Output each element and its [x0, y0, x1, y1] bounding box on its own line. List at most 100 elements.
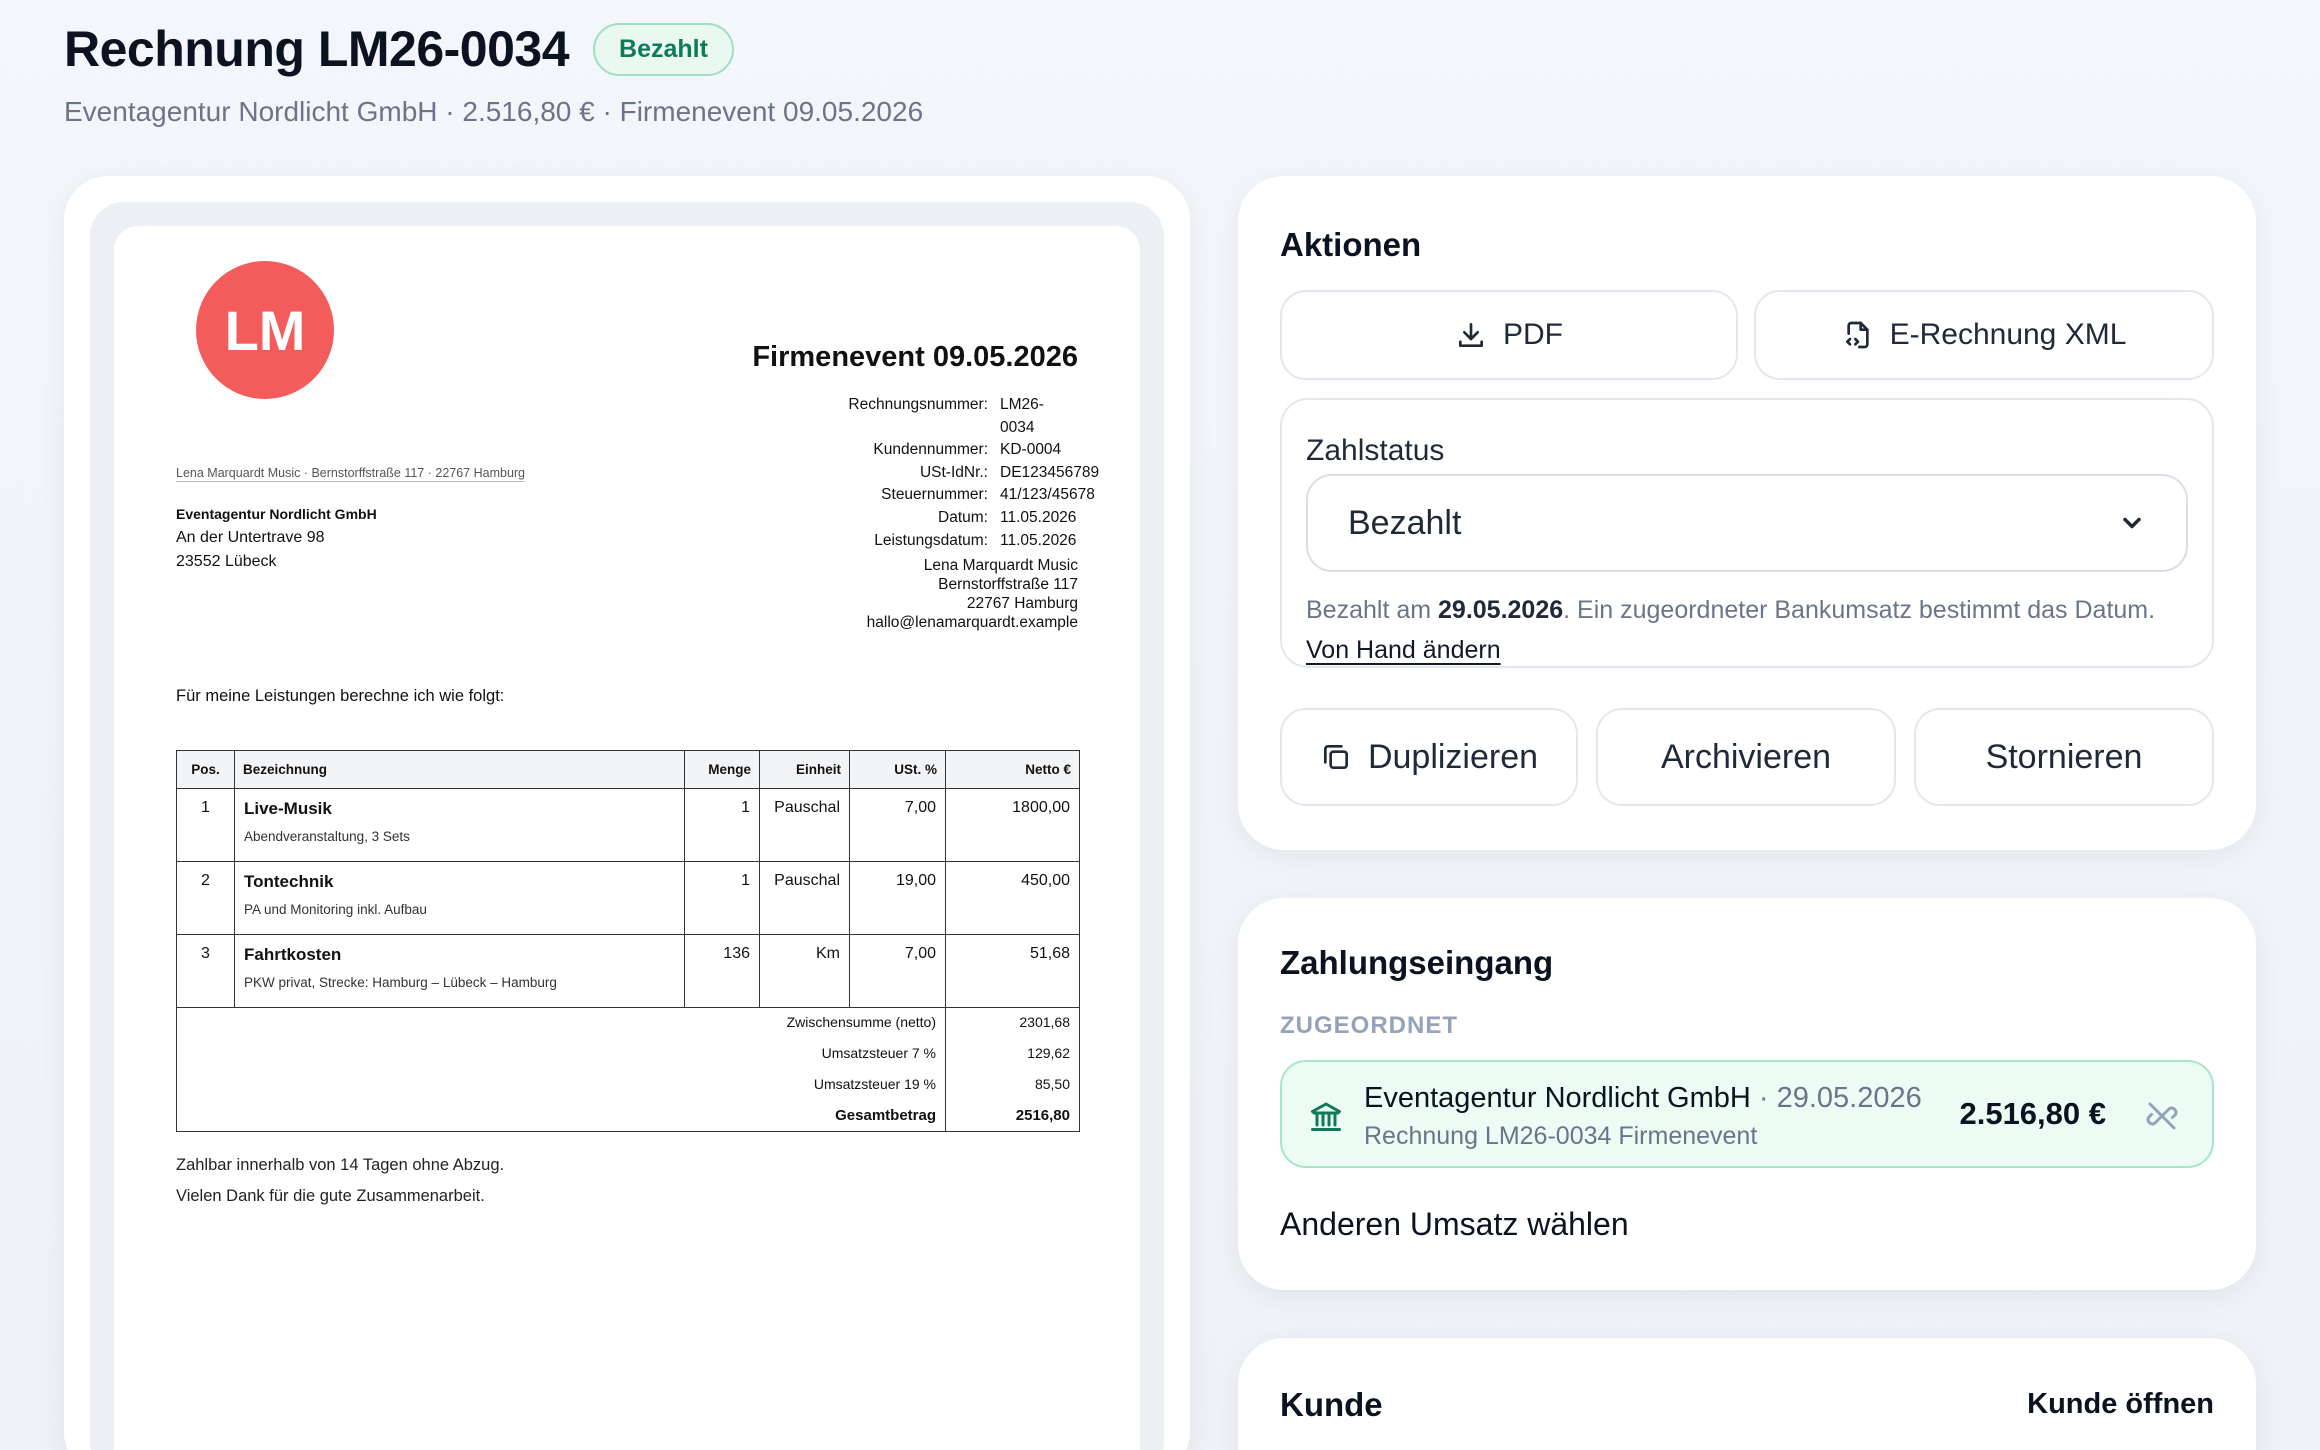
total-value: 2301,68: [945, 1007, 1080, 1039]
duplicate-label: Duplizieren: [1367, 737, 1539, 776]
cell-unit: Pauschal: [759, 861, 850, 935]
meta-label: Datum:: [938, 508, 988, 526]
grand-total-value: 2516,80: [945, 1100, 1080, 1132]
total-value: 129,62: [945, 1038, 1080, 1070]
sender-address: Lena Marquardt Music Bernstorffstraße 11…: [867, 556, 1078, 632]
cell-net: 1800,00: [945, 788, 1080, 862]
cell-desc: Fahrtkosten PKW privat, Strecke: Hamburg …: [234, 934, 685, 1008]
pdf-download-button[interactable]: PDF: [1280, 290, 1738, 380]
total-label: Umsatzsteuer 19 %: [176, 1069, 946, 1101]
sender-city: 22767 Hamburg: [966, 595, 1078, 612]
grand-total-label: Gesamtbetrag: [176, 1100, 946, 1132]
totals-row-grand: Gesamtbetrag 2516,80: [176, 1100, 1080, 1132]
table-row: 3 Fahrtkosten PKW privat, Strecke: Hambur…: [176, 934, 1080, 1008]
payment-receipt-card: Zahlungseingang ZUGEORDNET Eventagentur …: [1238, 898, 2256, 1290]
col-vat: USt. %: [849, 750, 946, 789]
meta-label: USt-IdNr.:: [919, 463, 988, 481]
meta-value: KD-0004: [1000, 441, 1062, 459]
payment-title: Zahlungseingang: [1280, 944, 1554, 981]
choose-other-transaction-link[interactable]: Anderen Umsatz wählen: [1280, 1206, 1629, 1243]
cell-qty: 1: [684, 788, 760, 862]
sender-return-line: Lena Marquardt Music · Bernstorffstraße …: [176, 466, 526, 482]
xml-download-button[interactable]: E-Rechnung XML: [1754, 290, 2214, 380]
copy-icon: [1323, 745, 1348, 769]
col-pos: Pos.: [176, 750, 235, 789]
totals-row: Zwischensumme (netto) 2301,68: [176, 1007, 1080, 1039]
invoice-preview-frame: LM Firmenevent 09.05.2026 Rechnungsnumme…: [90, 202, 1164, 1450]
actions-card: Aktionen PDF E-Rechnung XML Zahlstatus B…: [1238, 176, 2256, 850]
meta-label: Kundennummer:: [873, 441, 988, 459]
meta-value: LM26-0034: [1000, 396, 1044, 436]
invoice-intro: Für meine Leistungen berechne ich wie fo…: [176, 687, 505, 705]
cell-net: 51,68: [945, 934, 1080, 1008]
unlink-icon[interactable]: [2144, 1098, 2180, 1134]
cell-qty: 1: [684, 861, 760, 935]
meta-row: USt-IdNr.: DE123456789: [848, 462, 1100, 485]
archive-label: Archivieren: [1660, 737, 1832, 776]
item-subtitle: Abendveranstaltung, 3 Sets: [244, 829, 410, 844]
total-value: 85,50: [945, 1069, 1080, 1101]
cell-vat: 7,00: [849, 934, 946, 1008]
note-suffix: . Ein zugeordneter Bankumsatz bestimmt d…: [1563, 596, 2156, 624]
table-header-row: Pos. Bezeichnung Menge Einheit USt. % Ne…: [176, 750, 1080, 789]
col-qty: Menge: [684, 750, 760, 789]
invoice-preview-card: LM Firmenevent 09.05.2026 Rechnungsnumme…: [64, 176, 1190, 1450]
duplicate-button[interactable]: Duplizieren: [1280, 708, 1578, 806]
note-date: 29.05.2026: [1438, 596, 1564, 624]
meta-row: Leistungsdatum: 11.05.2026: [848, 530, 1078, 553]
download-icon: [1459, 323, 1483, 347]
cancel-invoice-button[interactable]: Stornieren: [1914, 708, 2214, 806]
item-title: Tontechnik: [244, 872, 334, 891]
invoice-footer: Zahlbar innerhalb von 14 Tagen ohne Abzu…: [176, 1150, 504, 1212]
item-subtitle: PKW privat, Strecke: Hamburg – Lübeck – …: [244, 975, 557, 990]
sender-email: hallo@lenamarquardt.example: [866, 614, 1078, 631]
customer-title: Kunde: [1280, 1386, 1383, 1423]
recipient-city: 23552 Lübeck: [176, 553, 277, 570]
total-label: Zwischensumme (netto): [176, 1007, 946, 1039]
cell-pos: 2: [176, 861, 235, 935]
meta-value: DE123456789: [1000, 463, 1100, 481]
sender-street: Bernstorffstraße 117: [938, 576, 1078, 593]
meta-row: Kundennummer: KD-0004: [848, 439, 1078, 462]
payment-status-note: Bezahlt am 29.05.2026. Ein zugeordneter …: [1306, 596, 2155, 625]
item-subtitle: PA und Monitoring inkl. Aufbau: [244, 902, 427, 917]
cell-pos: 3: [176, 934, 235, 1008]
open-customer-link[interactable]: Kunde öffnen: [2027, 1388, 2214, 1421]
page-header: Rechnung LM26-0034 Bezahlt Eventagentur …: [64, 20, 923, 128]
cell-net: 450,00: [945, 861, 1080, 935]
meta-label: Steuernummer:: [881, 486, 988, 504]
assigned-transaction[interactable]: Eventagentur Nordlicht GmbH · 29.05.2026…: [1280, 1060, 2214, 1168]
xml-label: E-Rechnung XML: [1889, 318, 2127, 351]
cell-pos: 1: [176, 788, 235, 862]
thanks-note: Vielen Dank für die gute Zusammenarbeit.: [176, 1187, 485, 1205]
meta-value: 11.05.2026: [1000, 531, 1077, 549]
meta-row: Datum: 11.05.2026: [848, 507, 1078, 530]
bank-icon: [1311, 1102, 1341, 1131]
title-row: Rechnung LM26-0034 Bezahlt: [64, 20, 923, 78]
cancel-label: Stornieren: [1985, 737, 2143, 776]
meta-label: Leistungsdatum:: [874, 531, 988, 549]
totals-row: Umsatzsteuer 19 % 85,50: [176, 1069, 1080, 1101]
payment-status-value: Bezahlt: [1348, 503, 1462, 542]
invoice-meta: Rechnungsnummer: LM26-0034 Kundennummer: K…: [848, 394, 1100, 553]
assigned-label: ZUGEORDNET: [1280, 1012, 1458, 1039]
transaction-party: Eventagentur Nordlicht GmbH · 29.05.2026: [1364, 1082, 1922, 1115]
cell-desc: Tontechnik PA und Monitoring inkl. Aufbau: [234, 861, 685, 935]
file-code-icon: [1845, 321, 1869, 349]
meta-value: 41/123/45678: [1000, 486, 1095, 504]
manual-change-link[interactable]: Von Hand ändern: [1306, 636, 1501, 665]
payment-status-label: Zahlstatus: [1306, 434, 1445, 467]
cell-qty: 136: [684, 934, 760, 1008]
recipient-name: Eventagentur Nordlicht GmbH: [176, 506, 377, 522]
col-net: Netto €: [945, 750, 1080, 789]
item-title: Fahrtkosten: [244, 945, 342, 964]
pdf-label: PDF: [1503, 318, 1563, 351]
payment-status-select[interactable]: Bezahlt: [1306, 474, 2188, 572]
col-unit: Einheit: [759, 750, 850, 789]
archive-button[interactable]: Archivieren: [1596, 708, 1896, 806]
payment-terms: Zahlbar innerhalb von 14 Tagen ohne Abzu…: [176, 1156, 505, 1174]
transaction-reference: Rechnung LM26-0034 Firmenevent: [1364, 1122, 1758, 1150]
meta-label: Rechnungsnummer:: [848, 396, 988, 413]
meta-row: Rechnungsnummer: LM26-0034: [848, 394, 1078, 439]
note-prefix: Bezahlt am: [1306, 596, 1439, 624]
